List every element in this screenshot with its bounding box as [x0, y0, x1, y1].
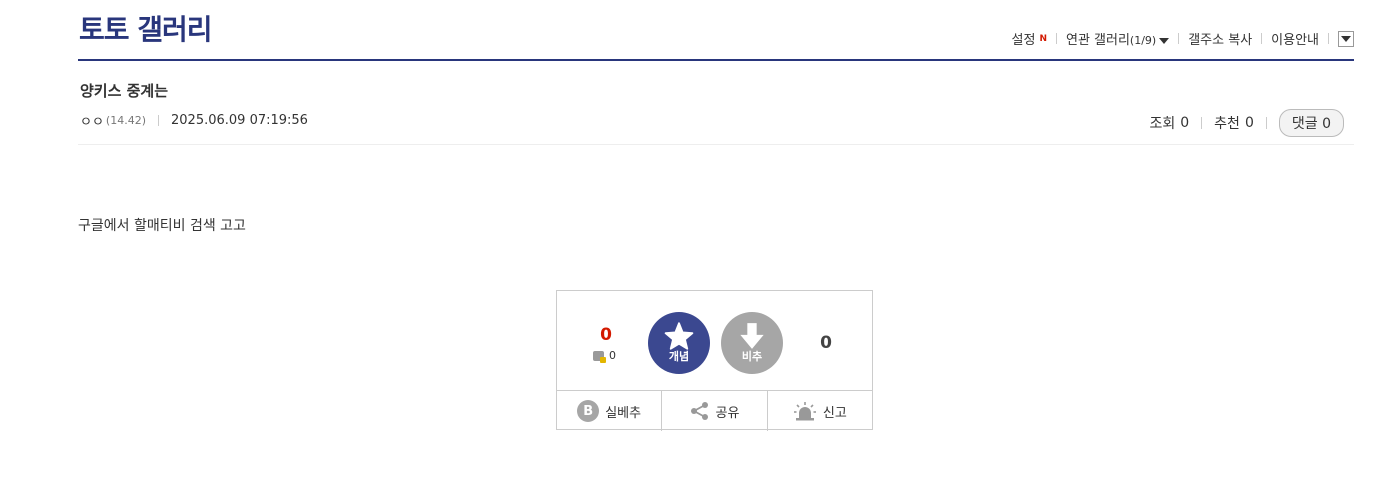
copy-address-link[interactable]: 갤주소 복사: [1188, 29, 1252, 48]
comments-button[interactable]: 댓글 0: [1278, 109, 1344, 137]
post-stats: 조회 0 추천 0 댓글 0: [1149, 109, 1344, 137]
recommend-count: 0: [1244, 115, 1254, 131]
vote-box: 0 0 개념 비추 0 B 실베추 공유 신고: [556, 290, 873, 431]
views-count: 0: [1180, 115, 1190, 131]
top-links: 설정 N 연관 갤러리(1/9) 갤주소 복사 이용안내: [1012, 29, 1354, 48]
real-downvote-button[interactable]: B 실베추: [557, 391, 663, 431]
views-label: 조회: [1149, 116, 1176, 132]
b-badge-icon: B: [577, 400, 600, 422]
upvote-label: 개념: [668, 350, 690, 363]
guide-link[interactable]: 이용안내: [1271, 29, 1319, 48]
fixed-user-icon: [593, 350, 606, 363]
post-meta: ㅇㅇ (14.42) 2025.06.09 07:19:56: [80, 111, 308, 130]
downvote-label: 비추: [741, 350, 763, 363]
gallery-title[interactable]: 토토 갤러리: [79, 8, 213, 48]
divider: [1328, 33, 1329, 44]
divider: [1178, 33, 1180, 44]
downvote-count: 0: [820, 333, 832, 353]
related-gallery-link[interactable]: 연관 갤러리(1/9): [1066, 29, 1170, 48]
recommend-label: 추천: [1214, 116, 1240, 132]
vote-actions: B 실베추 공유 신고: [557, 391, 872, 431]
vote-top: 0 0 개념 비추 0: [557, 291, 872, 391]
header-rule: [78, 59, 1354, 61]
settings-link[interactable]: 설정 N: [1012, 29, 1047, 48]
new-badge: N: [1039, 34, 1047, 44]
post-title: 양키스 중계는: [80, 82, 169, 100]
share-icon: [690, 402, 708, 420]
divider: [158, 115, 159, 126]
divider: [1201, 117, 1203, 129]
divider: [1055, 33, 1057, 44]
report-button[interactable]: 신고: [768, 391, 872, 431]
star-icon: [664, 322, 694, 350]
upvote-count: 0: [600, 325, 612, 345]
post-datetime: 2025.06.09 07:19:56: [171, 113, 308, 128]
post-body: 구글에서 할매티비 검색 고고: [78, 218, 246, 234]
fixed-upvote-count: 0: [593, 349, 616, 363]
meta-rule: [78, 144, 1354, 145]
more-dropdown-button[interactable]: [1338, 30, 1354, 47]
author-nickname[interactable]: ㅇㅇ: [80, 111, 104, 130]
author-ip: (14.42): [105, 114, 146, 127]
arrow-down-icon: [740, 323, 764, 349]
caret-down-icon: [1159, 38, 1170, 44]
caret-down-icon: [1341, 35, 1351, 42]
divider: [1261, 33, 1263, 44]
siren-icon: [793, 402, 816, 421]
share-button[interactable]: 공유: [662, 391, 768, 431]
divider: [1265, 117, 1267, 129]
upvote-button[interactable]: 개념: [648, 312, 710, 374]
downvote-button[interactable]: 비추: [721, 312, 783, 374]
